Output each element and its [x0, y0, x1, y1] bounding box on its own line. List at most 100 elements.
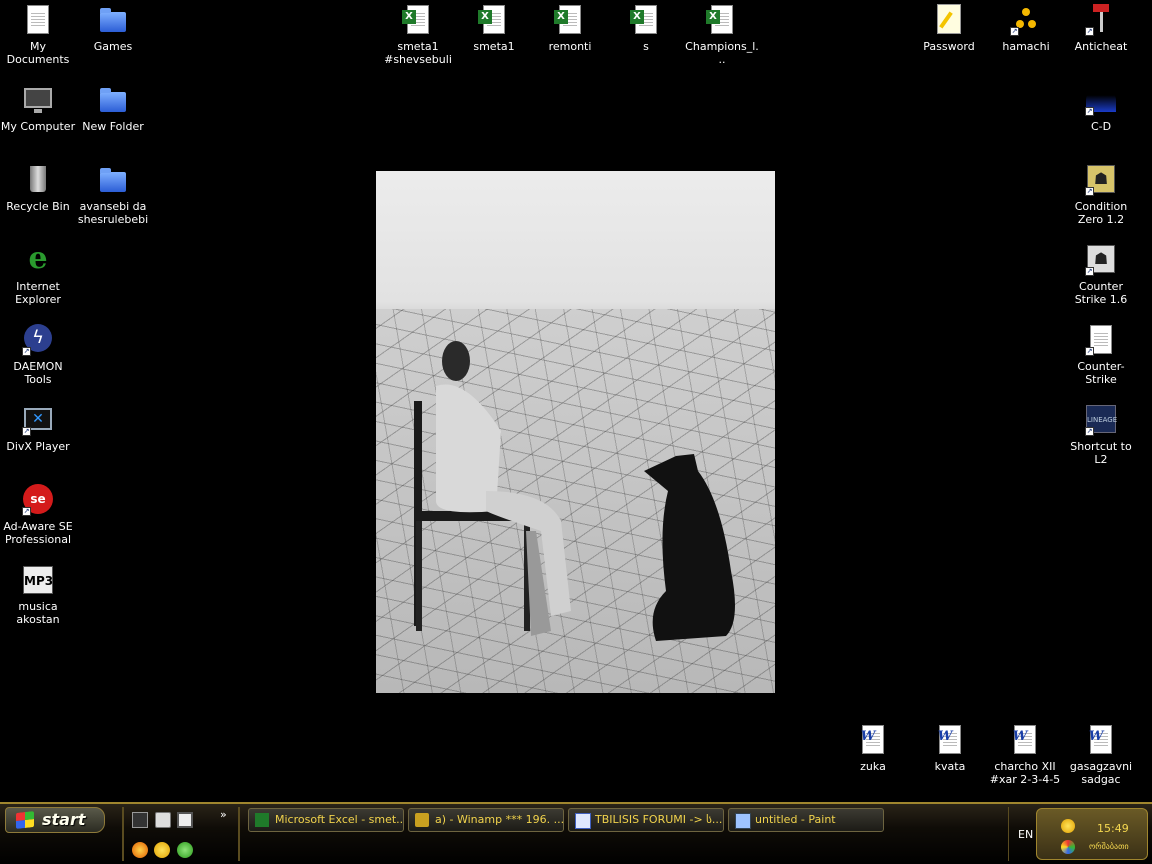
- task-button-forum[interactable]: TBILISIS FORUMI -> ს...: [568, 808, 724, 832]
- taskbar: start » Microsoft Excel - smet... a) - W…: [0, 802, 1152, 864]
- divx-player-icon: ✕ ↗: [22, 404, 54, 436]
- messenger-smiley-icon[interactable]: [154, 842, 170, 858]
- quicklaunch-more-chevron[interactable]: »: [220, 808, 227, 821]
- desktop-icon-label: smeta1: [473, 40, 515, 53]
- desktop-icon-password[interactable]: Password: [911, 2, 987, 53]
- desktop-icon-label: Recycle Bin: [6, 200, 70, 213]
- task-button-excel[interactable]: Microsoft Excel - smet...: [248, 808, 404, 832]
- desktop-icon-counter-strike[interactable]: ↗ Counter-Strike: [1063, 322, 1139, 386]
- excel-file-icon: X: [706, 4, 738, 36]
- excel-icon: [255, 813, 269, 827]
- task-button-paint[interactable]: untitled - Paint: [728, 808, 884, 832]
- desktop-icon-label: Condition Zero 1.2: [1074, 200, 1128, 226]
- desktop-icon-label: Counter Strike 1.6: [1074, 280, 1128, 306]
- desktop-icon-shortcut-l2[interactable]: LINEAGE ↗ Shortcut to L2: [1063, 402, 1139, 466]
- recycle-bin-icon: [22, 164, 54, 196]
- desktop-icon-label: Champions_l...: [685, 40, 759, 66]
- desktop-icon-label: s: [643, 40, 649, 53]
- doberman-dog: [644, 454, 735, 641]
- wallpaper-photo: [376, 171, 775, 693]
- desktop-icon-c-d[interactable]: ↗ C-D: [1063, 82, 1139, 133]
- desktop-icon-label: Anticheat: [1074, 40, 1128, 53]
- paint-icon: [735, 813, 751, 829]
- desktop-icon-label: Shortcut to L2: [1070, 440, 1132, 466]
- desktop-icon-label: Ad-Aware SE Professional: [3, 520, 73, 546]
- counter-strike-cz-icon: ☗ ↗: [1085, 164, 1117, 196]
- quicklaunch-separator: [122, 807, 124, 861]
- desktop-icon-new-folder[interactable]: New Folder: [75, 82, 151, 133]
- mp3-folder-icon: MP3: [22, 564, 54, 596]
- desktop-icon-remonti[interactable]: X remonti: [532, 2, 608, 53]
- notepad-icon: [933, 4, 965, 36]
- desktop-icon-daemon-tools[interactable]: ϟ ↗ DAEMON Tools: [0, 322, 76, 386]
- go-arrow-icon[interactable]: [177, 842, 193, 858]
- desktop-icon-divx-player[interactable]: ✕ ↗ DivX Player: [0, 402, 76, 453]
- desktop-icon-smeta1[interactable]: X smeta1: [456, 2, 532, 53]
- window-quicklaunch-icon[interactable]: [177, 812, 193, 828]
- desktop-icon-avansebi[interactable]: avansebi da shesrulebebi: [75, 162, 151, 226]
- clock[interactable]: 15:49: [1097, 822, 1129, 835]
- desktop-icon-condition-zero[interactable]: ☗ ↗ Condition Zero 1.2: [1063, 162, 1139, 226]
- windows-flag-icon: [16, 811, 34, 829]
- desktop-icon-label: Password: [923, 40, 975, 53]
- desktop-icon-label: kvata: [934, 760, 966, 773]
- word-document-icon: W: [1009, 724, 1041, 756]
- desktop-icon-anticheat[interactable]: ↗ Anticheat: [1063, 2, 1139, 53]
- folder-icon: [97, 164, 129, 196]
- desktop-icon-label: Internet Explorer: [15, 280, 61, 306]
- desktop-icon-gasagzavni[interactable]: W gasagzavni sadgac: [1063, 722, 1139, 786]
- winamp-icon: [415, 813, 429, 827]
- desktop-icon-charcho[interactable]: W charcho XII #xar 2-3-4-5: [987, 722, 1063, 786]
- desktop-icon-counter-strike-16[interactable]: ☗ ↗ Counter Strike 1.6: [1063, 242, 1139, 306]
- desktop-icon-label: avansebi da shesrulebebi: [77, 200, 149, 226]
- my-computer-icon: [22, 84, 54, 116]
- desktop-icon-musica-akostan[interactable]: MP3 musica akostan: [0, 562, 76, 626]
- word-document-icon: W: [934, 724, 966, 756]
- task-button-winamp[interactable]: a) - Winamp *** 196. ...: [408, 808, 564, 832]
- desktop-icon-label: Counter-Strike: [1077, 360, 1125, 386]
- lineage2-icon: LINEAGE ↗: [1085, 404, 1117, 436]
- messenger-tray-icon[interactable]: [1061, 819, 1075, 833]
- my-documents-icon: [22, 4, 54, 36]
- desktop-icon-games[interactable]: Games: [75, 2, 151, 53]
- desktop-icon-label: zuka: [860, 760, 886, 773]
- word-document-icon: W: [857, 724, 889, 756]
- desktop-icon-champions[interactable]: X Champions_l...: [684, 2, 760, 66]
- tray-day-label: ორშაბათი: [1089, 842, 1129, 851]
- network-tray-icon[interactable]: [1061, 840, 1075, 854]
- excel-file-icon: X: [630, 4, 662, 36]
- word-document-icon: W: [1085, 724, 1117, 756]
- desktop-icon-hamachi[interactable]: ↗ hamachi: [988, 2, 1064, 53]
- language-indicator[interactable]: EN: [1018, 828, 1033, 841]
- tasks-separator: [238, 807, 240, 861]
- desktop-icon-ad-aware[interactable]: se ↗ Ad-Aware SE Professional: [0, 482, 76, 546]
- desktop-icon-label: DivX Player: [6, 440, 70, 453]
- blank-document-icon: ↗: [1085, 324, 1117, 356]
- desktop-icon-label: smeta1 #shevsebuli: [384, 40, 452, 66]
- show-desktop-icon[interactable]: [132, 812, 148, 828]
- desktop-icon-my-documents[interactable]: My Documents: [0, 2, 76, 66]
- desktop-icon-label: gasagzavni sadgac: [1069, 760, 1133, 786]
- notepad-quicklaunch-icon[interactable]: [155, 812, 171, 828]
- desktop-icon-label: C-D: [1090, 120, 1112, 133]
- desktop-icon-internet-explorer[interactable]: e Internet Explorer: [0, 241, 76, 307]
- start-button[interactable]: start: [5, 807, 105, 833]
- excel-file-icon: X: [402, 4, 434, 36]
- desktop-icon-kvata[interactable]: W kvata: [912, 722, 988, 773]
- desktop-icon-label: Games: [93, 40, 133, 53]
- system-tray: 15:49 ორშაბათი: [1036, 808, 1148, 860]
- excel-file-icon: X: [478, 4, 510, 36]
- tray-separator: [1008, 807, 1009, 861]
- anticheat-icon: ↗: [1085, 4, 1117, 36]
- start-label: start: [42, 810, 86, 829]
- winamp-quicklaunch-icon[interactable]: [132, 842, 148, 858]
- cd-icon: ↗: [1085, 84, 1117, 116]
- internet-explorer-icon: e: [28, 241, 48, 276]
- desktop-icon-recycle-bin[interactable]: Recycle Bin: [0, 162, 76, 213]
- desktop-icon-label: musica akostan: [16, 600, 60, 626]
- hamachi-icon: ↗: [1010, 4, 1042, 36]
- desktop-icon-smeta1-shevsebuli[interactable]: X smeta1 #shevsebuli: [380, 2, 456, 66]
- desktop-icon-my-computer[interactable]: My Computer: [0, 82, 76, 133]
- desktop-icon-s[interactable]: X s: [608, 2, 684, 53]
- desktop-icon-zuka[interactable]: W zuka: [835, 722, 911, 773]
